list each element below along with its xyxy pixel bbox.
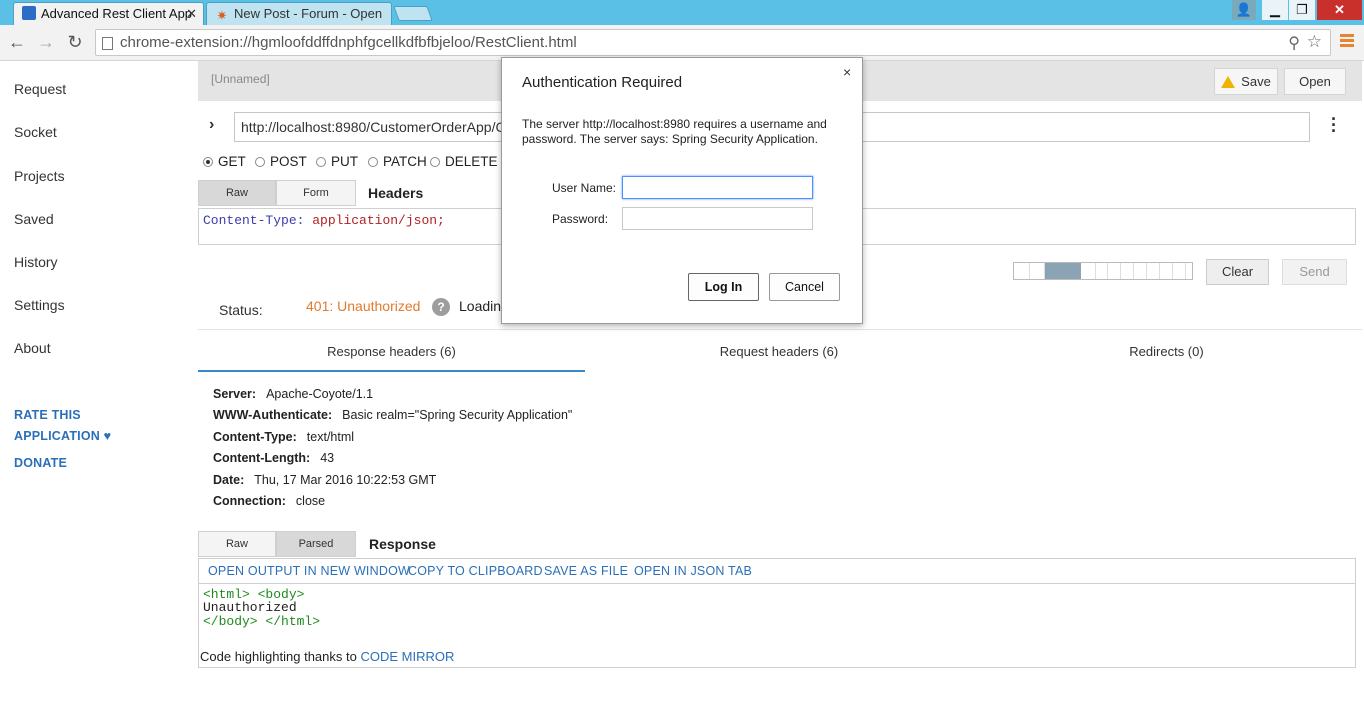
browser-toolbar: ← → ↻ chrome-extension://hgmloofddffdnph…	[0, 25, 1364, 61]
rate-app-link-line1[interactable]: RATE THIS	[14, 408, 81, 422]
donate-link[interactable]: DONATE	[14, 456, 67, 470]
open-in-json-tab-link[interactable]: OPEN IN JSON TAB	[634, 564, 752, 578]
loading-text: Loadin	[459, 298, 502, 314]
tab-title: New Post - Forum - Open	[234, 6, 383, 21]
sidebar-item-saved[interactable]: Saved	[14, 211, 54, 227]
response-parsed-tab[interactable]: Parsed	[276, 531, 356, 557]
tab-redirects[interactable]: Redirects (0)	[973, 344, 1360, 359]
response-header-row: Connection: close	[213, 494, 326, 508]
divider	[198, 329, 1362, 330]
response-raw-tab[interactable]: Raw	[198, 531, 276, 557]
headers-raw-tab[interactable]: Raw	[198, 180, 276, 206]
open-output-new-window-link[interactable]: OPEN OUTPUT IN NEW WINDOW	[208, 564, 410, 578]
auth-required-dialog: Authentication Required × The server htt…	[501, 57, 863, 324]
copy-to-clipboard-link[interactable]: COPY TO CLIPBOARD	[408, 564, 543, 578]
response-panel: OPEN OUTPUT IN NEW WINDOW COPY TO CLIPBO…	[198, 558, 1356, 668]
log-in-button[interactable]: Log In	[688, 273, 759, 301]
password-field[interactable]	[622, 207, 813, 230]
minimize-window-button[interactable]: ▁	[1262, 0, 1288, 20]
method-put-radio[interactable]: PUT	[316, 154, 358, 169]
method-get-radio[interactable]: GET	[203, 154, 246, 169]
username-field[interactable]	[622, 176, 813, 199]
sidebar-item-history[interactable]: History	[14, 254, 58, 270]
response-header-row: Date: Thu, 17 Mar 2016 10:22:53 GMT	[213, 473, 437, 487]
dialog-message: The server http://localhost:8980 require…	[522, 117, 827, 146]
tab-response-headers[interactable]: Response headers (6)	[198, 344, 585, 359]
close-icon[interactable]: ×	[843, 64, 851, 80]
username-label: User Name:	[552, 181, 617, 195]
code-mirror-credit: Code highlighting thanks to CODE MIRROR	[200, 649, 455, 664]
address-url: chrome-extension://hgmloofddffdnphfgcell…	[120, 34, 577, 51]
reload-icon[interactable]: ↻	[64, 31, 86, 53]
google-drive-icon	[1221, 76, 1236, 88]
app-favicon-icon	[22, 6, 36, 20]
new-tab-button[interactable]	[393, 6, 433, 21]
sidebar-item-projects[interactable]: Projects	[14, 168, 65, 184]
radio-icon	[430, 157, 440, 167]
close-tab-icon[interactable]: ✕	[186, 3, 197, 25]
close-window-button[interactable]: ✕	[1317, 0, 1362, 20]
radio-icon	[203, 157, 213, 167]
headers-form-tab[interactable]: Form	[276, 180, 356, 206]
forward-arrow-icon[interactable]: →	[35, 31, 57, 53]
radio-icon	[368, 157, 378, 167]
save-button[interactable]: Save	[1214, 68, 1278, 95]
save-as-file-link[interactable]: SAVE AS FILE	[544, 564, 628, 578]
method-patch-radio[interactable]: PATCH	[368, 154, 427, 169]
forum-favicon-icon: ✷	[216, 8, 228, 23]
dialog-title: Authentication Required	[522, 74, 683, 91]
response-header-row: Content-Type: text/html	[213, 430, 355, 444]
status-value: 401: Unauthorized	[306, 298, 421, 314]
search-zoom-icon[interactable]: ⚲	[1288, 33, 1300, 53]
address-bar[interactable]: chrome-extension://hgmloofddffdnphfgcell…	[95, 29, 1331, 56]
tab-advanced-rest-client[interactable]: Advanced Rest Client App ✕	[13, 2, 204, 25]
method-delete-radio[interactable]: DELETE	[430, 154, 498, 169]
bookmark-star-icon[interactable]: ☆	[1307, 32, 1322, 52]
radio-icon	[255, 157, 265, 167]
open-button[interactable]: Open	[1284, 68, 1346, 95]
active-tab-indicator	[198, 370, 585, 372]
password-label: Password:	[552, 212, 609, 226]
code-mirror-link[interactable]: CODE MIRROR	[360, 649, 454, 664]
send-button[interactable]: Send	[1282, 259, 1347, 285]
request-progress-bar	[1013, 262, 1193, 280]
expand-url-chevron-icon[interactable]: ›	[209, 116, 214, 134]
response-section-title: Response	[369, 536, 436, 552]
response-header-row: Server: Apache-Coyote/1.1	[213, 387, 374, 401]
sidebar-item-socket[interactable]: Socket	[14, 124, 57, 140]
browser-tab-strip: Advanced Rest Client App ✕ ✷ New Post - F…	[0, 0, 1364, 25]
clear-button[interactable]: Clear	[1206, 259, 1269, 285]
response-code-line: Unauthorized	[203, 600, 297, 615]
status-label: Status:	[219, 302, 263, 318]
rate-app-link-line2[interactable]: APPLICATION ♥	[14, 429, 111, 443]
request-name[interactable]: [Unnamed]	[211, 72, 270, 86]
response-header-row: WWW-Authenticate: Basic realm="Spring Sec…	[213, 408, 573, 422]
sidebar-item-request[interactable]: Request	[14, 81, 66, 97]
sidebar-item-about[interactable]: About	[14, 340, 51, 356]
headers-section-title: Headers	[368, 185, 424, 201]
response-header-row: Content-Length: 43	[213, 451, 335, 465]
tab-new-post-forum[interactable]: ✷ New Post - Forum - Open	[206, 2, 392, 25]
tab-title: Advanced Rest Client App	[41, 6, 193, 21]
help-icon[interactable]: ?	[432, 298, 450, 316]
response-code-line: </body> </html>	[203, 614, 321, 629]
chrome-menu-icon[interactable]	[1340, 34, 1354, 49]
back-arrow-icon[interactable]: ←	[6, 31, 28, 53]
tab-request-headers[interactable]: Request headers (6)	[585, 344, 973, 359]
page-icon	[102, 37, 113, 50]
method-post-radio[interactable]: POST	[255, 154, 307, 169]
cancel-button[interactable]: Cancel	[769, 273, 840, 301]
progress-fill	[1045, 263, 1081, 279]
more-options-icon[interactable]: · · ·	[1329, 110, 1339, 140]
response-actions-bar: OPEN OUTPUT IN NEW WINDOW COPY TO CLIPBO…	[199, 559, 1355, 584]
user-profile-icon[interactable]: 👤	[1232, 0, 1256, 20]
sidebar-item-settings[interactable]: Settings	[14, 297, 65, 313]
radio-icon	[316, 157, 326, 167]
restore-window-button[interactable]: ❐	[1289, 0, 1315, 20]
header-key: Content-Type:	[203, 213, 305, 228]
header-value: application/json;	[312, 213, 445, 228]
